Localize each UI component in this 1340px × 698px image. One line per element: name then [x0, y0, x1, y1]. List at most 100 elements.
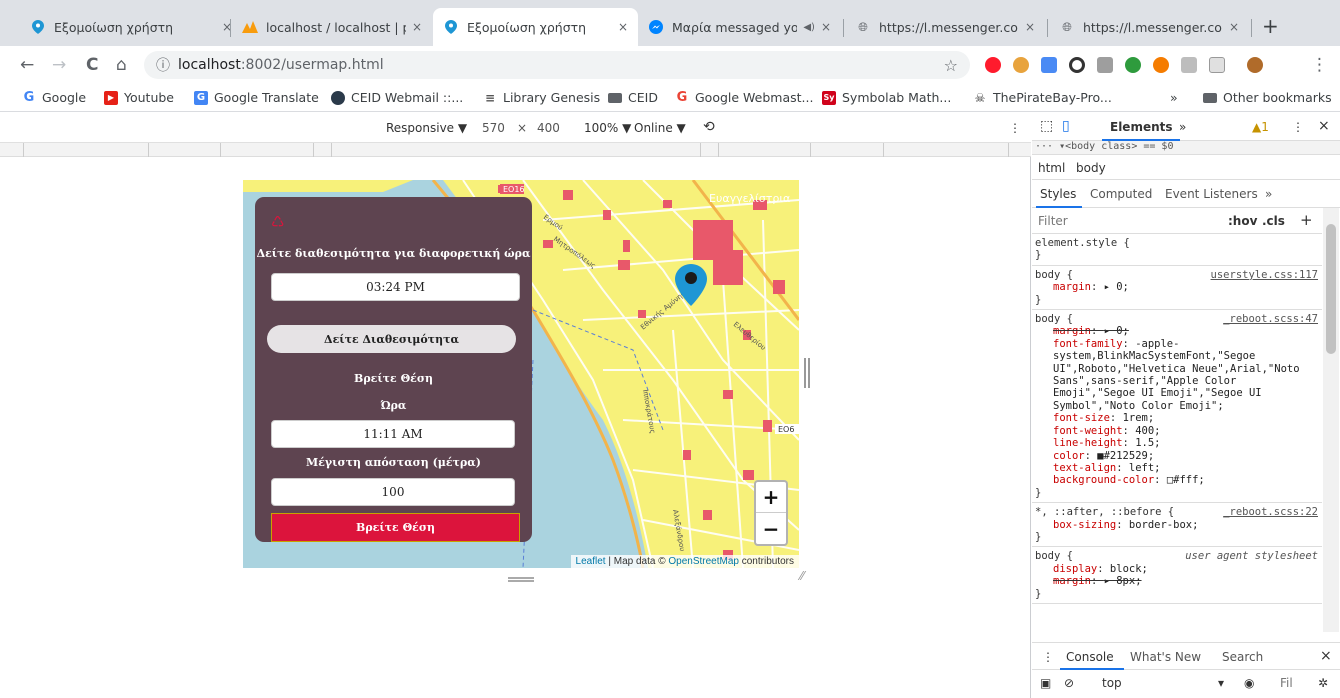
drawer-tab-whatsnew[interactable]: What's New	[1130, 650, 1201, 664]
address-bar[interactable]: ⓘ localhost :8002/usermap.html ☆	[144, 51, 970, 79]
home-button[interactable]: ⌂	[116, 55, 127, 75]
avatar[interactable]	[1247, 57, 1263, 73]
device-mode-select[interactable]: Responsive ▼	[386, 121, 467, 135]
subtab-event-listeners[interactable]: Event Listeners	[1165, 187, 1258, 201]
style-rule[interactable]: body {userstyle.css:117 margin: ▸ 0;}	[1032, 266, 1322, 311]
bookmark-symbolab[interactable]: Sy Symbolab Math...	[822, 90, 951, 105]
zoom-in-button[interactable]: +	[756, 482, 786, 513]
css-declaration[interactable]: margin: ▸ 0;	[1035, 325, 1318, 337]
osm-link[interactable]: OpenStreetMap	[668, 556, 739, 567]
device-toggle-icon[interactable]: ▯	[1062, 118, 1070, 134]
new-tab-button[interactable]: +	[1262, 16, 1279, 36]
css-declaration[interactable]: color: ■#212529;	[1035, 450, 1318, 462]
device-width[interactable]: 570	[482, 121, 505, 135]
extension-icon[interactable]	[1153, 57, 1169, 73]
crumb-html[interactable]: html	[1038, 161, 1065, 175]
tab-1[interactable]: Εξομοίωση χρήστη ×	[20, 8, 242, 46]
devtools-menu-icon[interactable]: ⋮	[1292, 120, 1304, 134]
console-settings-icon[interactable]: ✲	[1318, 676, 1328, 690]
tab-2[interactable]: localhost / localhost | ph ×	[232, 8, 432, 46]
bookmark-star-icon[interactable]: ☆	[944, 56, 958, 75]
resize-handle-bottom[interactable]	[508, 577, 534, 582]
css-declaration[interactable]: background-color: □#fff;	[1035, 474, 1318, 486]
close-tab-icon[interactable]: ×	[412, 20, 422, 34]
subtab-computed[interactable]: Computed	[1090, 187, 1152, 201]
css-declaration[interactable]: font-size: 1rem;	[1035, 412, 1318, 424]
extension-icon[interactable]	[1181, 57, 1197, 73]
dom-selected-line[interactable]: ··· ▾<body class> == $0	[1032, 141, 1340, 155]
tab-4[interactable]: Μαρία messaged yo ◀) ×	[638, 8, 841, 46]
drawer-close-icon[interactable]: ×	[1320, 648, 1332, 664]
bookmark-google-webmaster[interactable]: G Google Webmast...	[675, 90, 814, 105]
device-menu-icon[interactable]: ⋮	[1009, 121, 1021, 135]
live-expression-icon[interactable]: ◉	[1244, 676, 1254, 690]
crumb-body[interactable]: body	[1076, 161, 1106, 175]
evernote-extension-icon[interactable]	[1125, 57, 1141, 73]
bookmark-google[interactable]: G Google	[22, 90, 86, 105]
forward-button[interactable]: →	[52, 55, 66, 75]
more-tabs-button[interactable]: »	[1179, 120, 1186, 134]
css-declaration[interactable]: font-family: -apple-system,BlinkMacSyste…	[1035, 338, 1318, 412]
new-rule-button[interactable]: +	[1300, 211, 1313, 229]
close-tab-icon[interactable]: ×	[618, 20, 628, 34]
extension-icon[interactable]	[1209, 57, 1225, 73]
subtab-more[interactable]: »	[1265, 187, 1272, 201]
tab-6[interactable]: 🌐︎ https://l.messenger.com ×	[1049, 8, 1249, 46]
bookmark-ceid-webmail[interactable]: CEID Webmail ::...	[331, 90, 463, 105]
leaflet-link[interactable]: Leaflet	[576, 556, 606, 567]
rule-source-link[interactable]: _reboot.scss:47	[1223, 313, 1318, 325]
css-declaration[interactable]: line-height: 1.5;	[1035, 437, 1318, 449]
style-rule[interactable]: body {user agent stylesheet display: bloc…	[1032, 547, 1322, 604]
tab-3-active[interactable]: Εξομοίωση χρήστη ×	[433, 8, 638, 46]
style-rule[interactable]: *, ::after, ::before {_reboot.scss:22 box…	[1032, 503, 1322, 548]
devtools-close-icon[interactable]: ×	[1318, 118, 1330, 134]
map-frame[interactable]: Ερμού Μητροπόλεως Εθνικής Αμύνης Ιπποκρά…	[243, 180, 799, 568]
translate-extension-icon[interactable]	[1041, 57, 1057, 73]
console-filter[interactable]: Fil	[1280, 676, 1293, 690]
bookmark-piratebay[interactable]: ☠ ThePirateBay-Pro...	[973, 90, 1112, 105]
time-input-availability[interactable]: 03:24 PM	[271, 273, 520, 301]
inspect-element-icon[interactable]: ⬚	[1040, 118, 1053, 134]
clear-console-icon[interactable]: ⊘	[1064, 676, 1074, 690]
browser-menu-icon[interactable]: ⋮	[1311, 55, 1328, 75]
other-bookmarks[interactable]: Other bookmarks	[1203, 90, 1332, 105]
extension-icon[interactable]	[1013, 57, 1029, 73]
sidebar-toggle-icon[interactable]: ▣	[1040, 676, 1051, 690]
resize-handle-corner[interactable]: ⁄⁄	[800, 569, 804, 583]
bookmark-youtube[interactable]: ▶ Youtube	[104, 90, 174, 105]
back-button[interactable]: ←	[20, 55, 34, 75]
reload-button[interactable]: C	[86, 55, 98, 75]
bookmark-library-genesis[interactable]: ≡ Library Genesis	[483, 90, 600, 105]
time-input-find[interactable]: 11:11 AM	[271, 420, 515, 448]
rule-source-link[interactable]: _reboot.scss:22	[1223, 506, 1318, 518]
info-icon[interactable]: ⓘ	[156, 55, 170, 75]
context-select[interactable]: top	[1102, 676, 1122, 690]
device-height[interactable]: 400	[537, 121, 560, 135]
check-availability-button[interactable]: Δείτε Διαθεσιμότητα	[267, 325, 516, 353]
css-declaration[interactable]: display: block;	[1035, 563, 1318, 575]
style-rule[interactable]: element.style {}	[1032, 234, 1322, 266]
cls-toggle[interactable]: .cls	[1262, 214, 1285, 228]
find-spot-button[interactable]: Βρείτε Θέση	[271, 513, 520, 542]
close-tab-icon[interactable]: ×	[1025, 20, 1035, 34]
resize-handle-right[interactable]	[804, 358, 810, 388]
drawer-tab-search[interactable]: Search	[1222, 650, 1263, 664]
extension-icon[interactable]	[1097, 57, 1113, 73]
styles-scrollbar[interactable]	[1323, 208, 1339, 632]
rule-source-link[interactable]: userstyle.css:117	[1211, 269, 1318, 281]
subtab-styles[interactable]: Styles	[1040, 187, 1076, 201]
zoom-out-button[interactable]: −	[756, 513, 786, 544]
max-distance-input[interactable]: 100	[271, 478, 515, 506]
css-declaration[interactable]: margin: ▸ 0;	[1035, 281, 1318, 293]
css-declaration[interactable]: text-align: left;	[1035, 462, 1318, 474]
close-tab-icon[interactable]: ×	[1229, 20, 1239, 34]
bookmarks-overflow[interactable]: »	[1170, 90, 1178, 105]
style-rule[interactable]: body {_reboot.scss:47 margin: ▸ 0; font-fa…	[1032, 310, 1322, 504]
bookmark-ceid[interactable]: CEID	[608, 90, 658, 105]
tab-5[interactable]: 🌐︎ https://l.messenger.com ×	[845, 8, 1045, 46]
opera-extension-icon[interactable]	[985, 57, 1001, 73]
css-declaration[interactable]: margin: ▸ 8px;	[1035, 575, 1318, 587]
css-declaration[interactable]: font-weight: 400;	[1035, 425, 1318, 437]
drawer-tab-console[interactable]: Console	[1066, 650, 1114, 664]
bookmark-google-translate[interactable]: G Google Translate	[194, 90, 319, 105]
